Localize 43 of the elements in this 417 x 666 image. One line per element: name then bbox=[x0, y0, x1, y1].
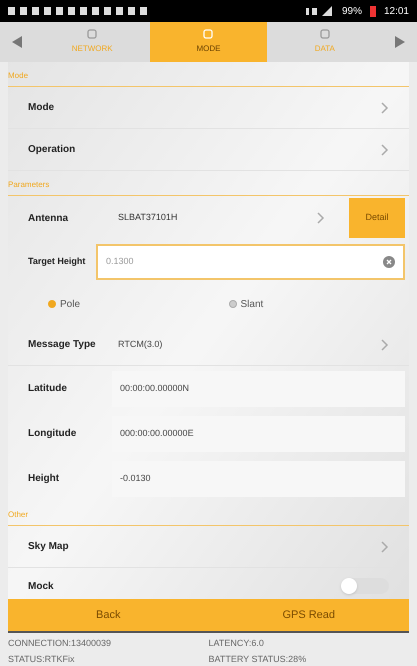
battery-icon bbox=[370, 6, 376, 16]
list-item[interactable]: Sky Map bbox=[8, 526, 409, 568]
tab[interactable]: MODE bbox=[150, 22, 267, 62]
coordinate-field[interactable]: 00:00:00.00000N bbox=[112, 370, 405, 406]
tab-icon bbox=[203, 29, 214, 39]
clock: 12:01 bbox=[384, 4, 409, 18]
list-item[interactable]: Message Type RTCM(3.0) bbox=[8, 324, 409, 366]
chevron-icon bbox=[381, 338, 389, 350]
list-item[interactable]: Mode bbox=[8, 87, 409, 129]
radio-option[interactable]: Pole bbox=[48, 296, 228, 312]
field-label: Target Height bbox=[28, 255, 86, 268]
radio-option[interactable]: Slant bbox=[228, 296, 409, 312]
footer-button[interactable]: GPS Read bbox=[208, 599, 409, 631]
status-text: CONNECTION:13400039 bbox=[8, 637, 112, 650]
chevron-icon bbox=[317, 212, 325, 224]
right-arrow-icon[interactable] bbox=[394, 36, 405, 48]
section-header: Parameters bbox=[8, 171, 409, 196]
section-header: Mode bbox=[8, 62, 409, 87]
status-text: STATUS:RTKFix bbox=[8, 652, 76, 666]
status-text: BATTERY STATUS:28% bbox=[208, 652, 308, 666]
left-arrow-icon[interactable] bbox=[12, 36, 22, 48]
field-label: Latitude bbox=[28, 382, 68, 396]
toggle-switch[interactable] bbox=[341, 578, 389, 594]
clear-icon[interactable] bbox=[383, 256, 395, 268]
section-header: Other bbox=[8, 501, 409, 526]
status-text: LATENCY:6.0 bbox=[208, 637, 265, 650]
tab-icon bbox=[87, 29, 98, 39]
detail-button[interactable]: Detail bbox=[349, 198, 405, 238]
target-height-field[interactable]: 0.1300 bbox=[96, 244, 405, 280]
tab-icon bbox=[320, 29, 330, 39]
target-height-input[interactable]: 0.1300 bbox=[106, 255, 383, 269]
field-label: Antenna bbox=[28, 212, 70, 226]
chevron-icon bbox=[381, 540, 389, 552]
chevron-icon bbox=[381, 102, 389, 114]
field-label: Mock bbox=[28, 580, 55, 594]
list-item[interactable]: Operation bbox=[8, 129, 409, 171]
field-label: Longitude bbox=[28, 427, 78, 441]
chevron-icon bbox=[381, 144, 389, 156]
signal-icon bbox=[304, 6, 334, 16]
field-label: Height bbox=[28, 472, 60, 486]
antenna-value: SLBAT37101H bbox=[118, 211, 178, 224]
battery-text: 99% bbox=[342, 4, 362, 18]
footer-button[interactable]: Back bbox=[8, 599, 208, 631]
